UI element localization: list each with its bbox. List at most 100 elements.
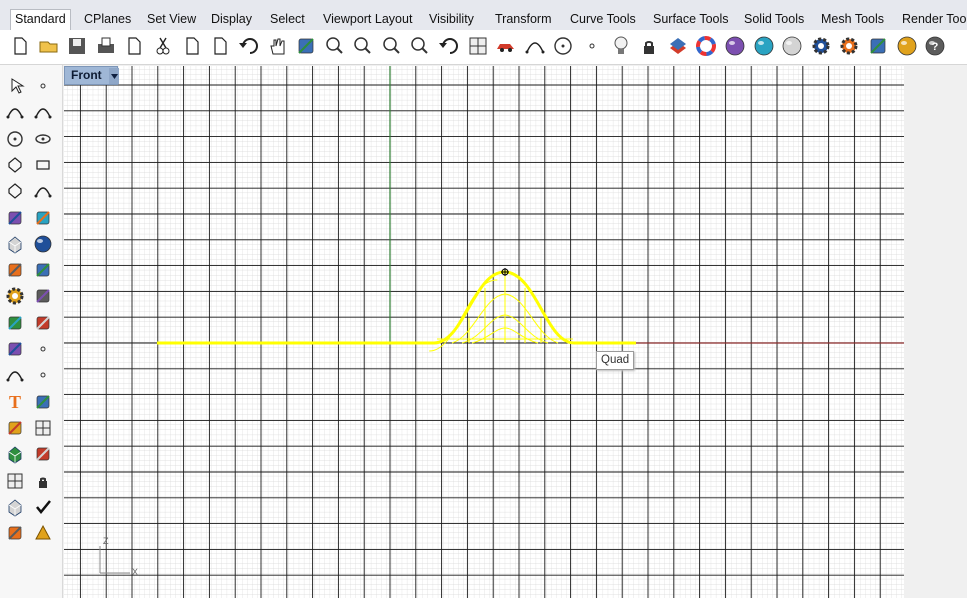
- extrude-button[interactable]: [2, 495, 28, 519]
- lock-points-button[interactable]: [30, 469, 56, 493]
- render-mesh-button[interactable]: [2, 521, 28, 545]
- snap-button[interactable]: [30, 442, 56, 466]
- curve-control-button[interactable]: [30, 100, 56, 124]
- tab-transform[interactable]: Transform: [491, 10, 556, 29]
- zoom-window-icon: [351, 34, 375, 58]
- lock-button[interactable]: [635, 32, 663, 60]
- ellipse-icon: [32, 128, 54, 150]
- curve-tools-button[interactable]: [521, 32, 549, 60]
- tab-render-tools[interactable]: Render Tools: [898, 10, 967, 29]
- color-wheel-button[interactable]: [692, 32, 720, 60]
- loft-surface-button[interactable]: [30, 206, 56, 230]
- explode-gear-icon: [4, 285, 26, 307]
- rotate-view-button[interactable]: [292, 32, 320, 60]
- tab-surface-tools[interactable]: Surface Tools: [649, 10, 733, 29]
- copy-button[interactable]: [178, 32, 206, 60]
- polygon-button[interactable]: [2, 153, 28, 177]
- point-button[interactable]: [30, 74, 56, 98]
- text-button[interactable]: T: [2, 390, 28, 414]
- paint-bucket-button[interactable]: [30, 521, 56, 545]
- render-sphere-button[interactable]: [778, 32, 806, 60]
- car-render-button[interactable]: [492, 32, 520, 60]
- circle-center-button[interactable]: [2, 127, 28, 151]
- lightbulb-button[interactable]: [607, 32, 635, 60]
- point-edit-button[interactable]: [578, 32, 606, 60]
- zoom-window-button[interactable]: [349, 32, 377, 60]
- shaded-sphere-button[interactable]: [750, 32, 778, 60]
- chevron-down-icon[interactable]: [109, 68, 119, 84]
- help-button[interactable]: ?: [921, 32, 949, 60]
- gear-options-button[interactable]: [835, 32, 863, 60]
- circle-center-icon: [4, 128, 26, 150]
- loft-surface-icon: [32, 207, 54, 229]
- layer-button[interactable]: [664, 32, 692, 60]
- tab-standard[interactable]: Standard: [10, 9, 71, 31]
- ellipse-button[interactable]: [30, 127, 56, 151]
- dimension-button[interactable]: [30, 390, 56, 414]
- front-viewport[interactable]: Z X Front Quad: [64, 66, 904, 598]
- viewport-title-button[interactable]: Front: [64, 66, 119, 85]
- arc-points-button[interactable]: [30, 363, 56, 387]
- circle-button[interactable]: [549, 32, 577, 60]
- cylinder-solid-button[interactable]: [2, 258, 28, 282]
- trim-button[interactable]: [2, 311, 28, 335]
- import-button[interactable]: [120, 32, 148, 60]
- save-button[interactable]: [63, 32, 91, 60]
- cut-button[interactable]: [149, 32, 177, 60]
- hexagon-button[interactable]: [2, 179, 28, 203]
- points-cloud-button[interactable]: [30, 337, 56, 361]
- viewport-canvas[interactable]: Z X: [64, 66, 904, 598]
- rectangle-button[interactable]: [30, 153, 56, 177]
- group-button[interactable]: [2, 416, 28, 440]
- mesh-plane-icon: [32, 259, 54, 281]
- copy-icon: [180, 34, 204, 58]
- select-arrow-button[interactable]: [2, 74, 28, 98]
- tab-display[interactable]: Display: [207, 10, 256, 29]
- network-tools-button[interactable]: [864, 32, 892, 60]
- grid-array-button[interactable]: [2, 469, 28, 493]
- open-folder-button[interactable]: [35, 32, 63, 60]
- split-button[interactable]: [30, 284, 56, 308]
- settings-button[interactable]: [807, 32, 835, 60]
- tab-solid-tools[interactable]: Solid Tools: [740, 10, 808, 29]
- sphere-solid-icon: [32, 233, 54, 255]
- sphere-solid-button[interactable]: [30, 232, 56, 256]
- fillet-curve-button[interactable]: [30, 179, 56, 203]
- print-button[interactable]: [92, 32, 120, 60]
- tab-visibility[interactable]: Visibility: [425, 10, 478, 29]
- tab-set-view[interactable]: Set View: [143, 10, 200, 29]
- zoom-selected-button[interactable]: [406, 32, 434, 60]
- explode-gear-button[interactable]: [2, 284, 28, 308]
- undo-view-button[interactable]: [435, 32, 463, 60]
- array-button[interactable]: [30, 416, 56, 440]
- lock-icon: [637, 34, 661, 58]
- four-viewports-button[interactable]: [464, 32, 492, 60]
- undo-button[interactable]: [235, 32, 263, 60]
- paste-button[interactable]: [206, 32, 234, 60]
- mesh-plane-button[interactable]: [30, 258, 56, 282]
- tab-cplanes[interactable]: CPlanes: [80, 10, 135, 29]
- globe-render-icon: [895, 34, 919, 58]
- pan-hand-button[interactable]: [263, 32, 291, 60]
- zoom-extents-button[interactable]: [378, 32, 406, 60]
- dimension-icon: [32, 391, 54, 413]
- new-file-button[interactable]: [6, 32, 34, 60]
- tab-select[interactable]: Select: [266, 10, 309, 29]
- block-button[interactable]: [2, 442, 28, 466]
- tab-curve-tools[interactable]: Curve Tools: [566, 10, 640, 29]
- arc-button[interactable]: [2, 363, 28, 387]
- extend-button[interactable]: [30, 311, 56, 335]
- surface-corner-button[interactable]: [2, 206, 28, 230]
- polyline-button[interactable]: [2, 100, 28, 124]
- check-button[interactable]: [30, 495, 56, 519]
- boolean-union-button[interactable]: [2, 337, 28, 361]
- gear-options-icon: [837, 34, 861, 58]
- import-icon: [122, 34, 146, 58]
- material-sphere-button[interactable]: [721, 32, 749, 60]
- globe-render-button[interactable]: [893, 32, 921, 60]
- text-icon: T: [4, 391, 26, 413]
- zoom-button[interactable]: [321, 32, 349, 60]
- box-solid-button[interactable]: [2, 232, 28, 256]
- tab-mesh-tools[interactable]: Mesh Tools: [817, 10, 888, 29]
- tab-viewport-layout[interactable]: Viewport Layout: [319, 10, 416, 29]
